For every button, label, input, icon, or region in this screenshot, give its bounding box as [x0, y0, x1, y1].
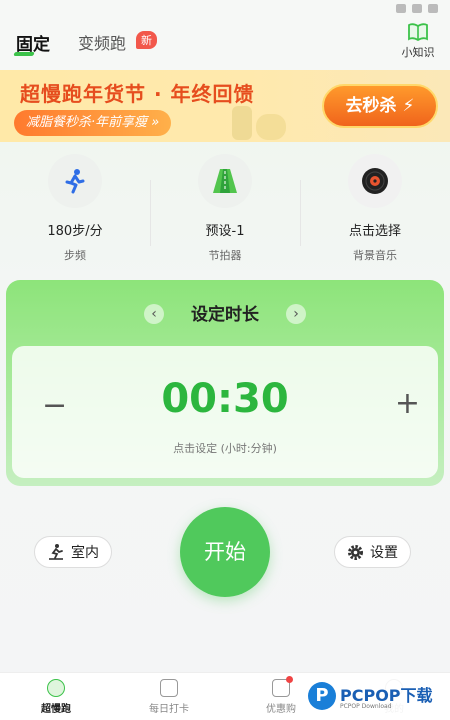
chart-icon — [160, 679, 178, 697]
music-label: 背景音乐 — [353, 249, 397, 262]
track-icon — [213, 169, 237, 193]
watermark-subtext: PCPOP Download — [340, 703, 392, 710]
timer-panel[interactable]: − 00:30 + 点击设定 (小时:分钟) — [12, 346, 438, 478]
indoor-button[interactable]: 室内 — [34, 536, 112, 568]
tool-circle — [348, 154, 402, 208]
start-button[interactable]: 开始 — [180, 507, 270, 597]
nav-daily-checkin[interactable]: 每日打卡 — [124, 679, 214, 715]
tool-circle — [48, 154, 102, 208]
new-badge: 新 — [136, 31, 157, 49]
cadence-value: 180步/分 — [47, 224, 103, 239]
tab-active-indicator — [13, 52, 35, 56]
tool-background-music[interactable]: 点击选择 背景音乐 — [320, 154, 430, 263]
nav-label: 每日打卡 — [149, 704, 189, 715]
divider — [150, 180, 151, 246]
treadmill-runner-icon — [49, 544, 63, 560]
tool-cadence[interactable]: 180步/分 步频 — [20, 154, 130, 263]
status-icons — [396, 4, 438, 13]
banner-bottle-decoration — [232, 106, 252, 140]
music-value: 点击选择 — [348, 224, 401, 239]
settings-button[interactable]: 设置 — [334, 536, 411, 568]
tab-variable[interactable]: 变频跑 — [78, 30, 126, 54]
knowledge-button[interactable]: 小知识 — [398, 22, 438, 60]
timer-title: 设定时长 — [191, 305, 259, 325]
tool-metronome[interactable]: 预设-1 节拍器 — [170, 154, 280, 263]
metronome-label: 节拍器 — [208, 249, 242, 262]
status-bar — [0, 0, 450, 18]
divider — [300, 180, 301, 246]
shopping-bag-icon — [272, 676, 293, 697]
timer-header: 设定时长 — [6, 300, 444, 325]
banner-title: 超慢跑年货节 · 年终回馈 — [20, 82, 255, 106]
timer-card: ‹ 设定时长 › − 00:30 + 点击设定 (小时:分钟) — [6, 280, 444, 486]
gear-icon — [348, 544, 363, 560]
vinyl-record-icon — [362, 168, 388, 194]
increase-button[interactable]: + — [395, 386, 420, 421]
tool-circle — [198, 154, 252, 208]
knowledge-label: 小知识 — [401, 46, 435, 59]
promo-banner[interactable]: 超慢跑年货节 · 年终回馈 减脂餐秒杀·年前享瘦 » 去秒杀 ⚡ — [0, 70, 450, 142]
settings-label: 设置 — [370, 545, 398, 561]
watermark-logo-icon: P — [308, 682, 336, 710]
banner-flash-sale-button[interactable]: 去秒杀 ⚡ — [322, 84, 438, 128]
indoor-label: 室内 — [71, 545, 99, 561]
metronome-value: 预设-1 — [205, 224, 245, 239]
top-nav: 固定 变频跑 新 小知识 — [0, 18, 450, 70]
run-icon — [47, 679, 65, 697]
banner-subtitle: 减脂餐秒杀·年前享瘦 » — [14, 110, 172, 136]
timer-hint: 点击设定 (小时:分钟) — [173, 442, 277, 455]
book-icon — [408, 23, 428, 42]
banner-food-decoration — [256, 114, 286, 140]
runner-icon — [65, 169, 85, 194]
tool-row: 180步/分 步频 预设-1 节拍器 点击选择 背景音乐 — [0, 142, 450, 272]
nav-label: 超慢跑 — [41, 704, 71, 715]
notification-dot — [286, 676, 293, 683]
watermark: P PCPOP下载 PCPOP Download — [300, 676, 450, 720]
cadence-label: 步频 — [64, 249, 86, 262]
nav-super-slow-run[interactable]: 超慢跑 — [11, 679, 101, 715]
next-arrow-button[interactable]: › — [286, 304, 306, 324]
timer-value[interactable]: 00:30 — [12, 376, 438, 422]
